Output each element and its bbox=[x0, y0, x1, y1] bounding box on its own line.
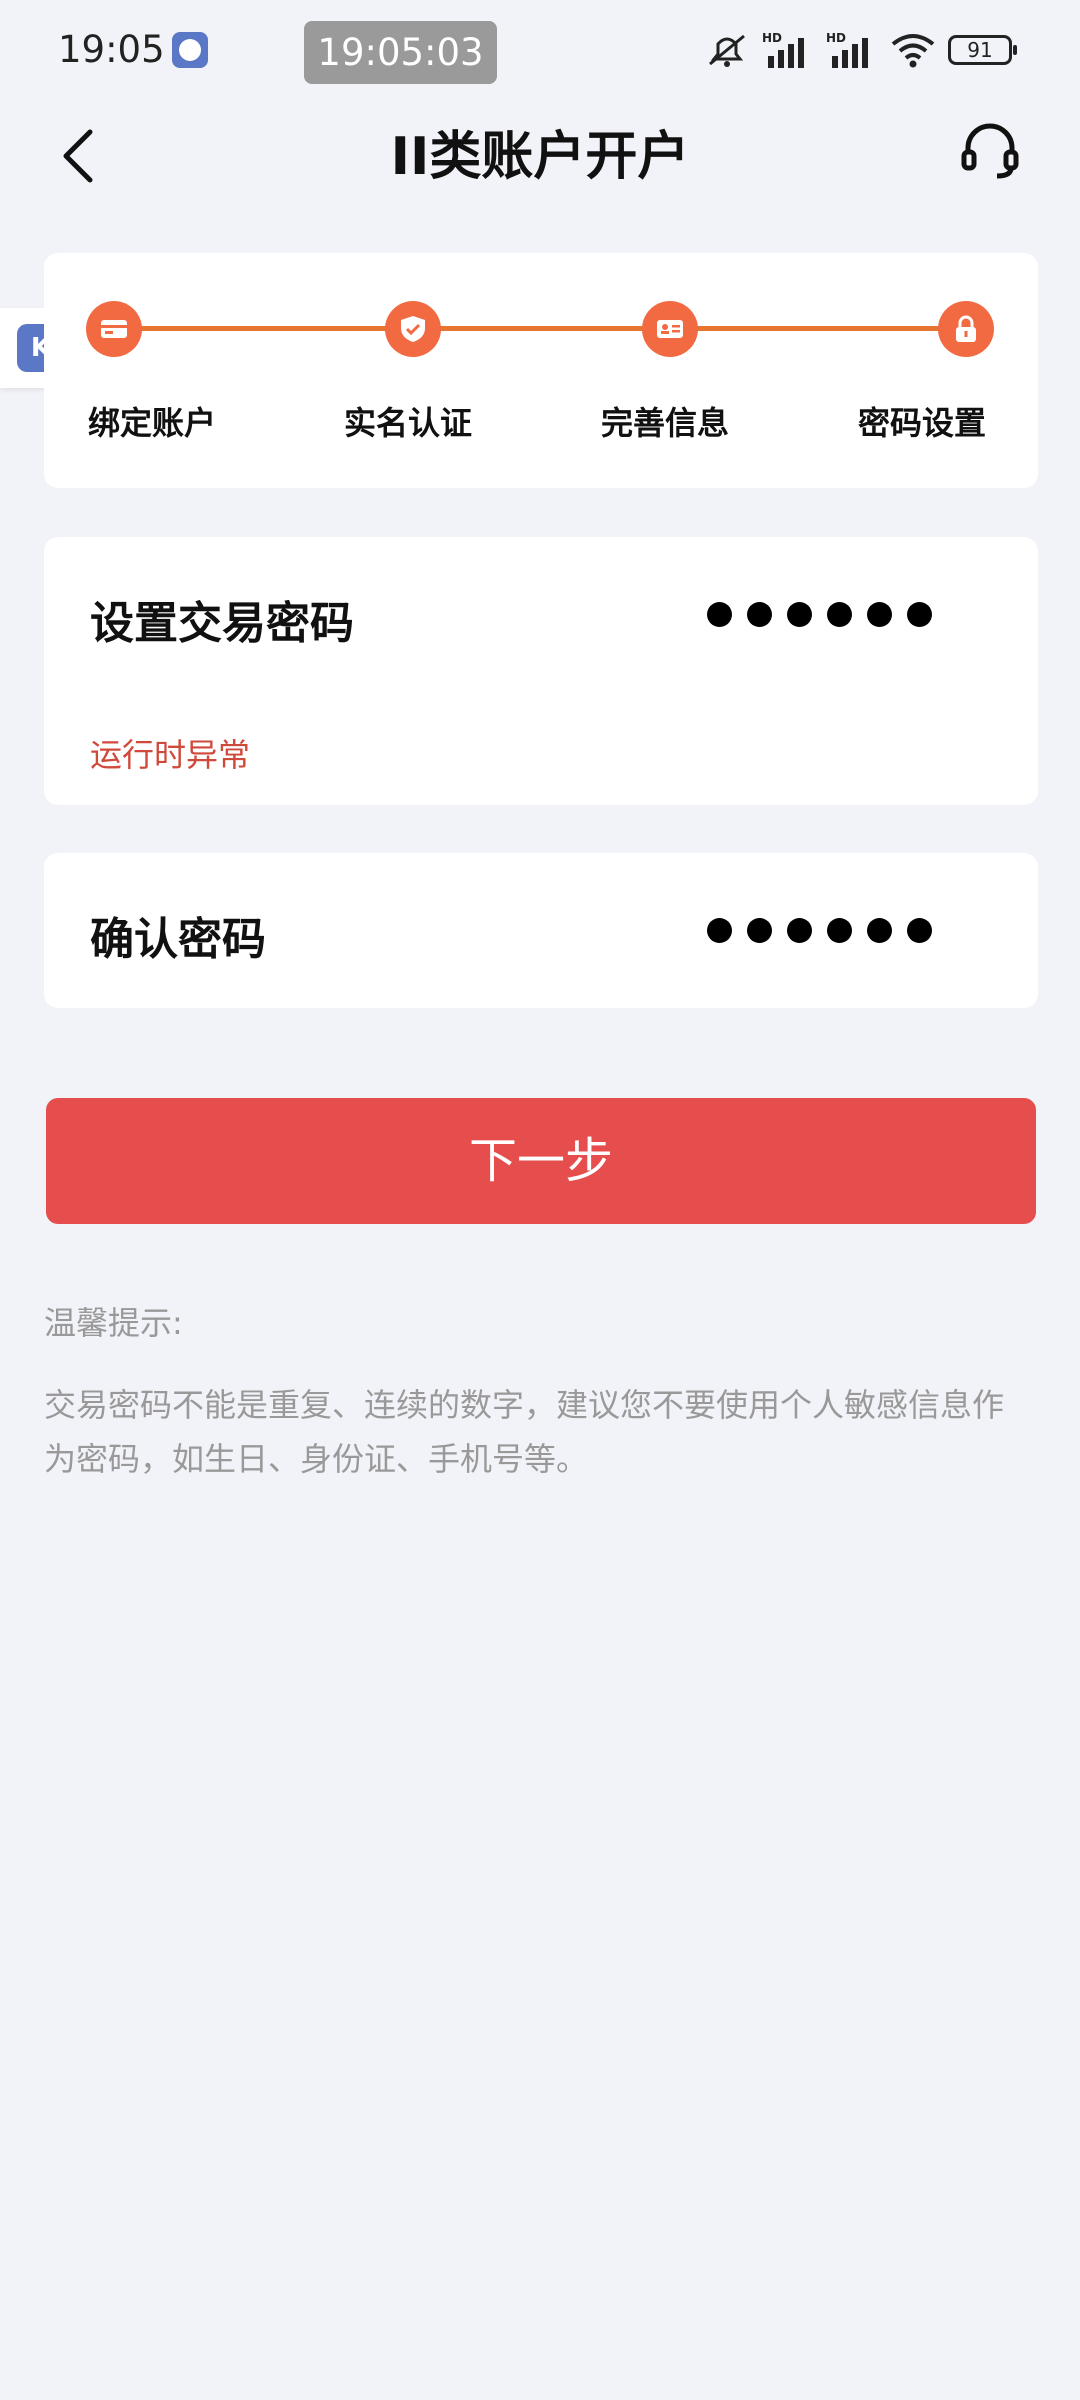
tips-body: 交易密码不能是重复、连续的数字，建议您不要使用个人敏感信息作为密码，如生日、身份… bbox=[44, 1386, 1005, 1478]
signal-hd-icon: HD bbox=[762, 31, 804, 68]
step-label: 实名认证 bbox=[344, 404, 473, 442]
password-dot bbox=[787, 918, 812, 943]
password-dot bbox=[747, 602, 772, 627]
card-icon bbox=[101, 320, 127, 338]
trade-password-label: 设置交易密码 bbox=[90, 598, 354, 649]
trade-password-input[interactable] bbox=[707, 602, 932, 627]
steps-progress: 绑定账户 实名认证 完善信息 密码设置 bbox=[44, 253, 1038, 488]
password-dot bbox=[827, 602, 852, 627]
svg-text:HD: HD bbox=[826, 31, 846, 45]
headset-icon bbox=[961, 123, 1019, 179]
step-3-dot bbox=[642, 301, 698, 357]
status-bar: 19:05 19:05:03 HD HD 91 bbox=[0, 0, 1080, 100]
customer-service-button[interactable] bbox=[950, 110, 1030, 190]
trade-password-card: 设置交易密码 运行时异常 bbox=[44, 537, 1038, 805]
confirm-password-label: 确认密码 bbox=[90, 914, 266, 965]
app-icon bbox=[172, 32, 208, 68]
svg-text:HD: HD bbox=[762, 31, 782, 45]
signal-hd-icon: HD bbox=[826, 31, 868, 68]
step-label: 完善信息 bbox=[601, 404, 730, 442]
password-dot bbox=[787, 602, 812, 627]
shield-check-icon bbox=[401, 316, 425, 342]
nav-bar: II类账户开户 bbox=[0, 100, 1080, 220]
mute-icon bbox=[709, 34, 745, 67]
step-label: 密码设置 bbox=[858, 404, 987, 442]
status-icons: HD HD 91 bbox=[704, 28, 1017, 72]
status-time: 19:05 bbox=[58, 28, 165, 71]
password-dot bbox=[827, 918, 852, 943]
next-step-button[interactable]: 下一步 bbox=[46, 1098, 1036, 1224]
step-1-dot bbox=[86, 301, 142, 357]
error-message: 运行时异常 bbox=[90, 736, 251, 774]
step-label: 绑定账户 bbox=[88, 404, 217, 442]
password-dot bbox=[907, 918, 932, 943]
lock-icon bbox=[956, 315, 976, 342]
password-dot bbox=[907, 602, 932, 627]
step-2-dot bbox=[385, 301, 441, 357]
password-dot bbox=[747, 918, 772, 943]
confirm-password-card: 确认密码 bbox=[44, 853, 1038, 1008]
confirm-password-input[interactable] bbox=[707, 918, 932, 943]
page-title: II类账户开户 bbox=[390, 127, 690, 187]
steps-connector bbox=[114, 326, 944, 331]
clock-pill: 19:05:03 bbox=[304, 21, 497, 84]
tips-title: 温馨提示: bbox=[44, 1304, 183, 1342]
password-dot bbox=[867, 602, 892, 627]
password-dot bbox=[867, 918, 892, 943]
password-dot bbox=[707, 602, 732, 627]
password-dot bbox=[707, 918, 732, 943]
wifi-icon bbox=[891, 34, 935, 68]
id-card-icon bbox=[657, 320, 683, 338]
battery-icon: 91 bbox=[948, 35, 1017, 65]
step-4-dot bbox=[938, 301, 994, 357]
